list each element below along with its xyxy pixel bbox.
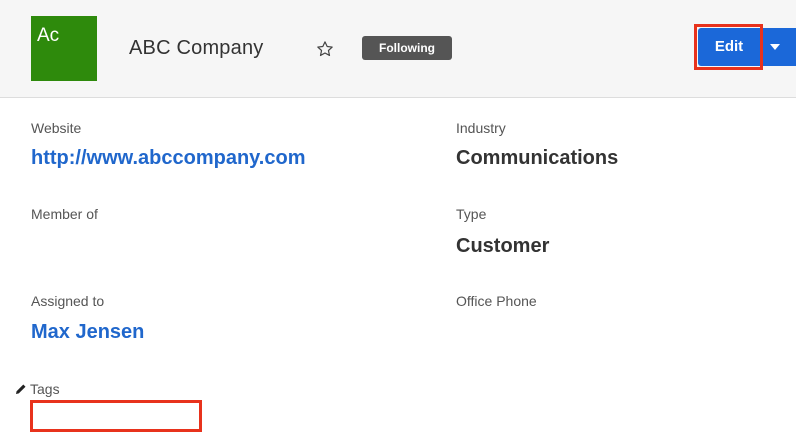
industry-value: Communications xyxy=(456,147,619,169)
website-link[interactable]: http://www.abccompany.com xyxy=(31,147,305,170)
star-outline-icon[interactable] xyxy=(316,40,334,58)
pencil-icon[interactable] xyxy=(15,383,27,395)
assigned-to-link[interactable]: Max Jensen xyxy=(31,321,144,344)
record-header: Ac ABC Company Following Edit xyxy=(0,0,796,98)
page-title: ABC Company xyxy=(129,37,264,59)
website-label: Website xyxy=(31,120,82,136)
tags-input[interactable] xyxy=(30,400,202,432)
edit-button[interactable]: Edit xyxy=(698,28,760,66)
assigned-to-label: Assigned to xyxy=(31,293,105,309)
avatar-text: Ac xyxy=(37,25,60,46)
member-of-label: Member of xyxy=(31,206,98,222)
avatar: Ac xyxy=(31,16,97,81)
industry-label: Industry xyxy=(456,120,506,136)
caret-down-icon[interactable] xyxy=(761,28,796,66)
type-value: Customer xyxy=(456,235,550,257)
office-phone-label: Office Phone xyxy=(456,293,537,309)
type-label: Type xyxy=(456,206,487,222)
following-badge[interactable]: Following xyxy=(362,36,452,60)
tags-label: Tags xyxy=(30,381,60,397)
